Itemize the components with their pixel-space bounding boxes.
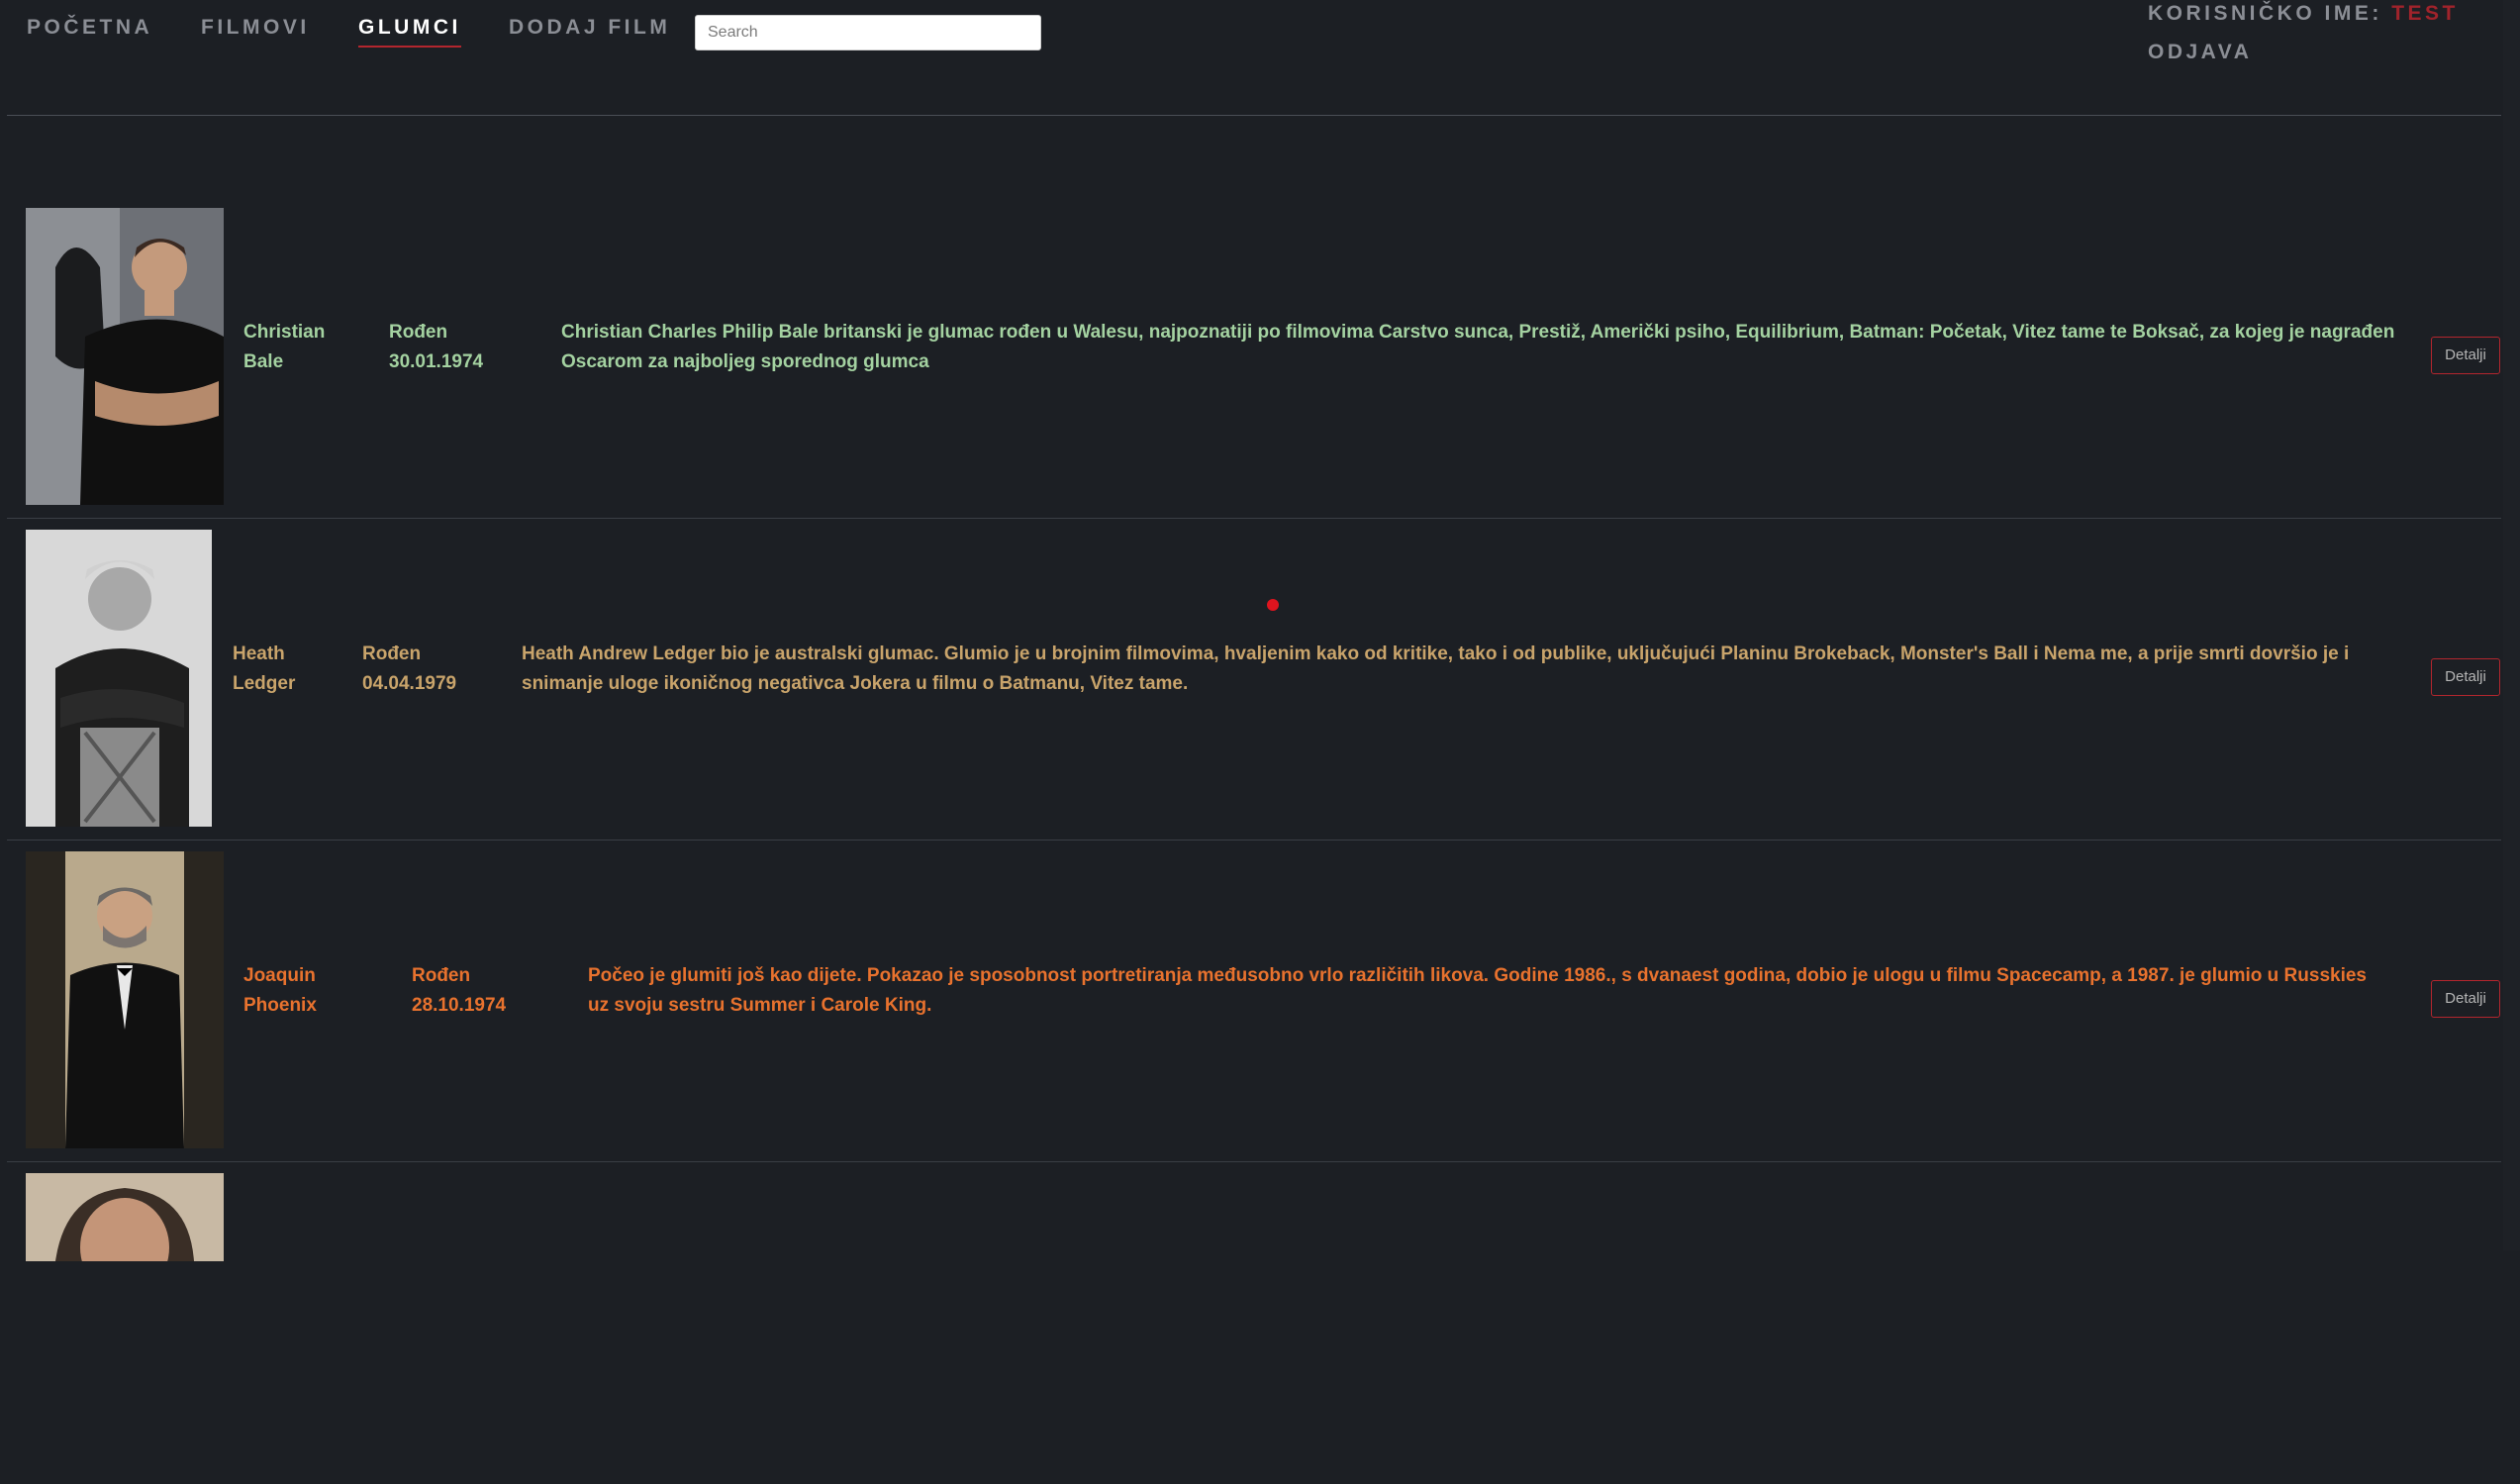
actor-born: Rođen 04.04.1979 [362,640,456,699]
actor-row: Christian Bale Rođen 30.01.1974 Christia… [7,197,2501,519]
actor-first-name: Joaquin [243,965,316,986]
actor-photo-image [26,851,224,1148]
nav-glumci-label: GLUMCI [358,16,461,39]
details-button[interactable]: Detalji [2431,337,2500,374]
nav-dodaj-film[interactable]: DODAJ FILM [509,16,670,40]
actor-photo [26,851,224,1148]
actor-last-name: Ledger [233,673,296,694]
actor-born: Rođen 30.01.1974 [389,318,483,377]
actor-row: Joaquin Phoenix Rođen 28.10.1974 Počeo j… [7,841,2501,1162]
nav-pocetna[interactable]: POČETNA [27,16,152,40]
actor-bio: Christian Charles Philip Bale britanski … [561,322,2395,372]
actor-name: Joaquin Phoenix [243,961,317,1021]
nav-divider [7,115,2501,116]
cursor-dot [1267,599,1279,611]
nav-filmovi-label: FILMOVI [201,16,310,39]
born-label: Rođen [389,322,448,343]
actor-photo [26,208,224,505]
actor-photo [26,530,212,827]
actor-photo-image [26,1173,224,1261]
actor-photo [26,1173,224,1261]
actor-first-name: Christian [243,322,326,343]
born-date: 30.01.1974 [389,351,484,372]
details-button[interactable]: Detalji [2431,658,2500,696]
actor-photo-image [26,208,224,505]
scrollbar-track[interactable] [2503,0,2520,1250]
actor-bio: Počeo je glumiti još kao dijete. Pokazao… [588,965,2367,1016]
actor-bio: Heath Andrew Ledger bio je australski gl… [522,643,2350,694]
actor-name: Christian Bale [243,318,325,377]
nav-pocetna-label: POČETNA [27,16,153,39]
username-label: KORISNIČKO IME: [2148,2,2382,25]
born-label: Rođen [412,965,471,986]
nav-glumci[interactable]: GLUMCI [358,16,461,48]
username-display: KORISNIČKO IME: TEST [2148,2,2459,26]
search-input[interactable] [695,15,1041,50]
actor-last-name: Phoenix [243,995,317,1016]
actor-row-partial [7,1162,2501,1484]
actor-first-name: Heath [233,643,285,664]
actor-row: Heath Ledger Rođen 04.04.1979 Heath Andr… [7,519,2501,841]
born-date: 04.04.1979 [362,673,457,694]
top-navigation: POČETNA FILMOVI GLUMCI DODAJ FILM KORISN… [0,0,2520,117]
details-button[interactable]: Detalji [2431,980,2500,1018]
actor-photo-image [26,530,212,827]
born-date: 28.10.1974 [412,995,507,1016]
nav-dodaj-film-label: DODAJ FILM [509,16,671,39]
born-label: Rođen [362,643,422,664]
nav-filmovi[interactable]: FILMOVI [201,16,310,40]
active-tab-underline [358,46,461,48]
username-value: TEST [2391,2,2459,25]
actor-name: Heath Ledger [233,640,295,699]
actor-born: Rođen 28.10.1974 [412,961,506,1021]
logout-link[interactable]: ODJAVA [2148,41,2252,64]
actor-last-name: Bale [243,351,284,372]
